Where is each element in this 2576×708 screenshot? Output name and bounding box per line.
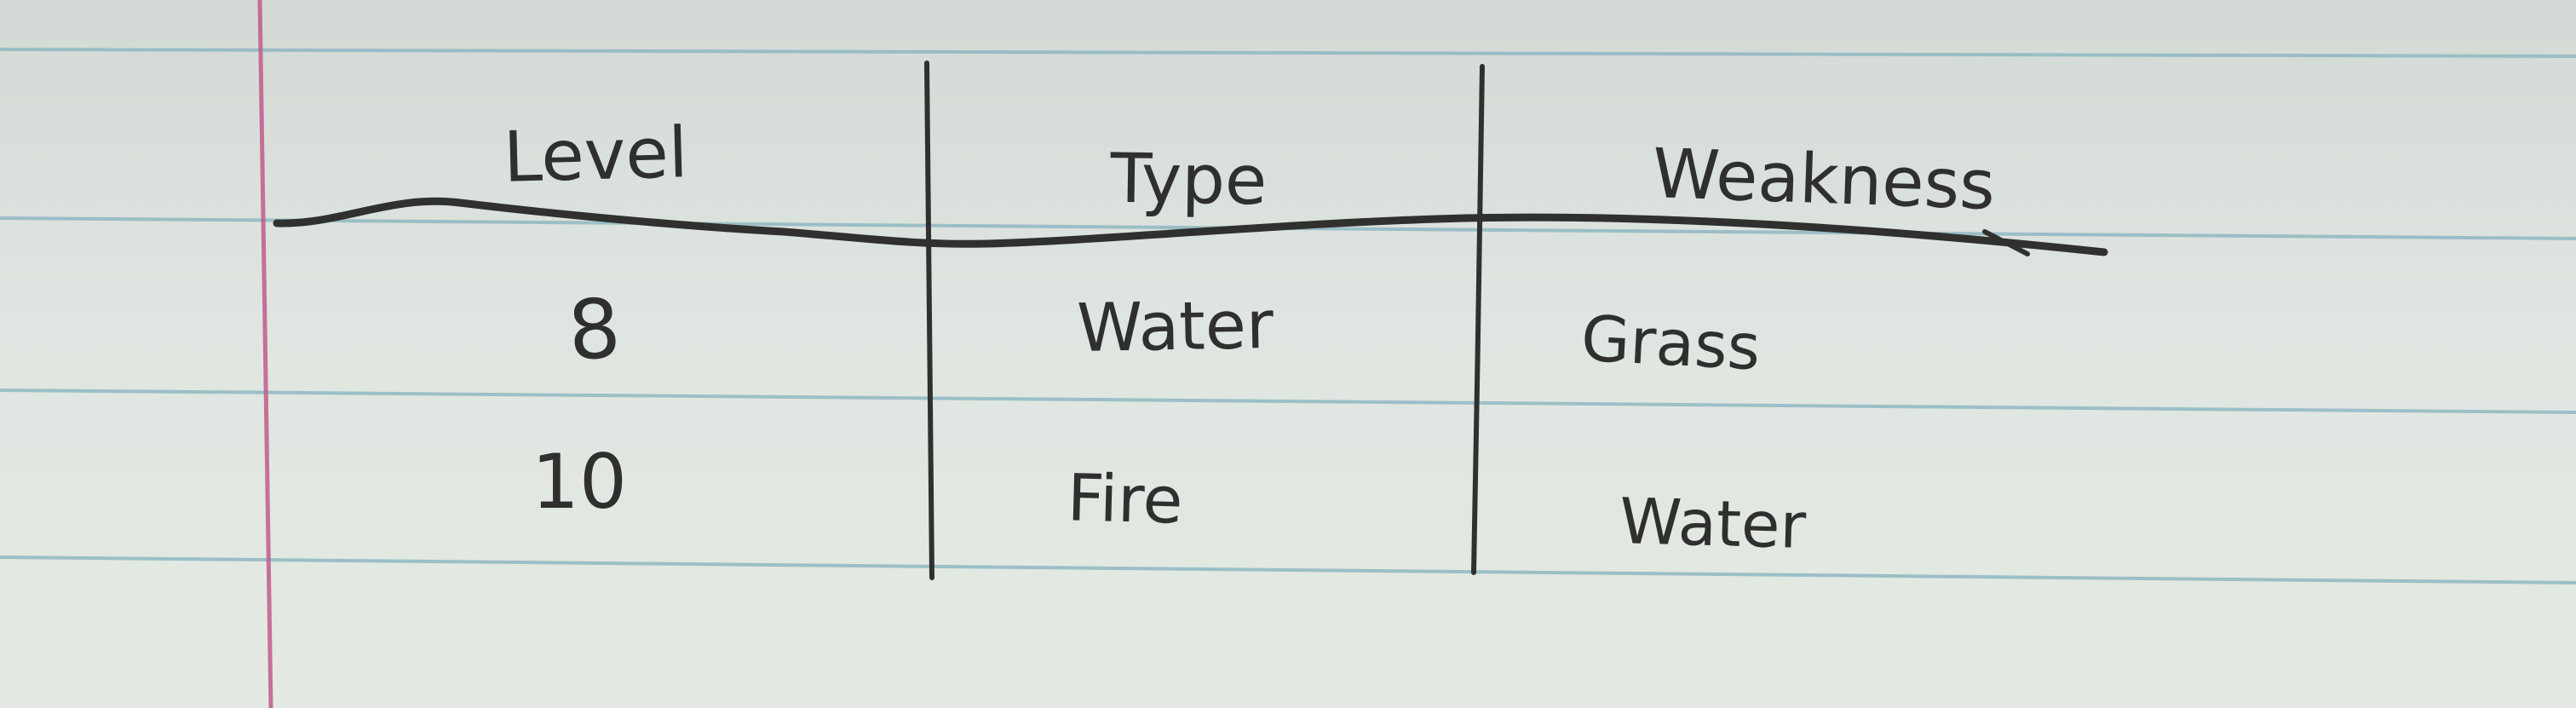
margin-line: [257, 0, 273, 708]
cell-type-row-1: Water: [1076, 287, 1274, 367]
cell-weakness-row-1: Grass: [1579, 302, 1762, 385]
rule-line: [0, 555, 2576, 584]
notebook-page: Level Type Weakness 8 Water Grass 10 Fir…: [0, 0, 2576, 708]
rule-line: [0, 389, 2576, 414]
ruled-lines: [0, 48, 2576, 584]
column-divider: [924, 60, 934, 580]
cell-level-row-2: 10: [532, 438, 627, 526]
column-divider: [1471, 64, 1485, 575]
header-type: Type: [1109, 139, 1268, 221]
cell-level-row-1: 8: [565, 280, 624, 379]
cell-type-row-2: Fire: [1067, 459, 1184, 538]
header-level: Level: [503, 112, 689, 199]
header-weakness: Weakness: [1651, 134, 1996, 225]
cell-weakness-row-2: Water: [1619, 485, 1808, 563]
rule-line: [0, 48, 2576, 58]
